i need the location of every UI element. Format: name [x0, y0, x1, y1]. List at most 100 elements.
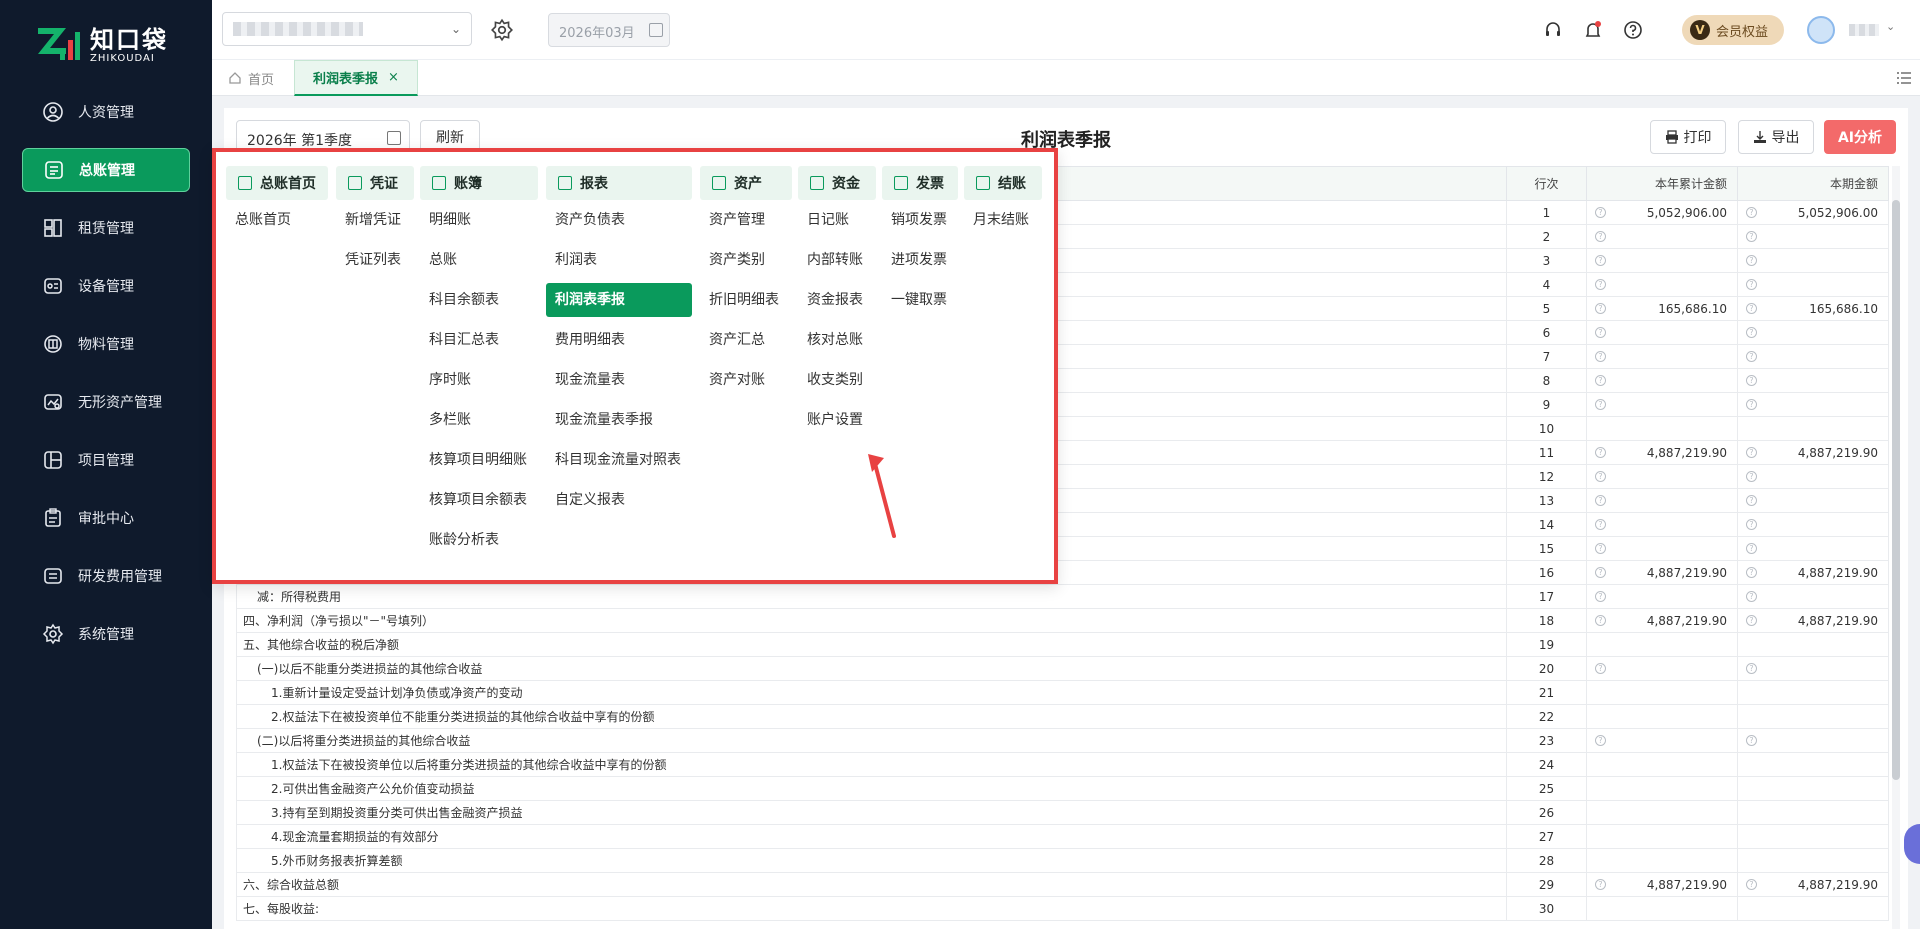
menu-head-home[interactable]: 总账首页	[226, 166, 328, 200]
sidebar-item-approvals[interactable]: 审批中心	[22, 496, 190, 540]
formula-help-icon[interactable]: ?	[1595, 519, 1606, 530]
menu-item[interactable]: 科目余额表	[420, 280, 538, 320]
ytd-amount-cell[interactable]	[1586, 632, 1738, 657]
menu-item[interactable]: 销项发票	[882, 200, 958, 240]
period-amount-cell[interactable]: ? 4,887,219.90	[1737, 560, 1889, 585]
period-amount-cell[interactable]: ? 4,887,219.90	[1737, 440, 1889, 465]
period-amount-cell[interactable]: ?	[1737, 224, 1889, 249]
menu-head-books[interactable]: 账簿	[420, 166, 538, 200]
user-name-redacted[interactable]	[1849, 24, 1879, 36]
menu-head-closing[interactable]: 结账	[964, 166, 1042, 200]
period-amount-cell[interactable]: ?	[1737, 512, 1889, 537]
formula-help-icon[interactable]: ?	[1595, 735, 1606, 746]
formula-help-icon[interactable]: ?	[1746, 351, 1757, 362]
menu-item[interactable]: 资产汇总	[700, 320, 792, 360]
sidebar-item-general-ledger[interactable]: 总账管理	[22, 148, 190, 192]
formula-help-icon[interactable]: ?	[1746, 735, 1757, 746]
ytd-amount-cell[interactable]	[1586, 848, 1738, 873]
menu-item[interactable]: 账户设置	[798, 400, 876, 440]
formula-help-icon[interactable]: ?	[1746, 663, 1757, 674]
period-amount-cell[interactable]	[1737, 896, 1889, 921]
period-amount-cell[interactable]	[1737, 704, 1889, 729]
tab-home[interactable]: 首页	[228, 60, 274, 96]
menu-item[interactable]: 折旧明细表	[700, 280, 792, 320]
formula-help-icon[interactable]: ?	[1595, 351, 1606, 362]
ytd-amount-cell[interactable]: ?	[1586, 224, 1738, 249]
period-amount-cell[interactable]: ? 5,052,906.00	[1737, 200, 1889, 225]
formula-help-icon[interactable]: ?	[1746, 591, 1757, 602]
ytd-amount-cell[interactable]: ? 4,887,219.90	[1586, 872, 1738, 897]
period-amount-cell[interactable]	[1737, 800, 1889, 825]
ytd-amount-cell[interactable]: ?	[1586, 248, 1738, 273]
menu-item[interactable]: 科目现金流量对照表	[546, 440, 692, 480]
menu-head-reports[interactable]: 报表	[546, 166, 692, 200]
ytd-amount-cell[interactable]: ?	[1586, 320, 1738, 345]
period-amount-cell[interactable]	[1737, 776, 1889, 801]
company-select[interactable]: ⌄	[222, 12, 472, 46]
period-amount-cell[interactable]: ?	[1737, 488, 1889, 513]
ytd-amount-cell[interactable]	[1586, 704, 1738, 729]
formula-help-icon[interactable]: ?	[1595, 543, 1606, 554]
formula-help-icon[interactable]: ?	[1746, 567, 1757, 578]
formula-help-icon[interactable]: ?	[1595, 327, 1606, 338]
ytd-amount-cell[interactable]: ?	[1586, 536, 1738, 561]
menu-item[interactable]: 账龄分析表	[420, 520, 538, 560]
sidebar-item-lease[interactable]: 租赁管理	[22, 206, 190, 250]
period-amount-cell[interactable]: ?	[1737, 392, 1889, 417]
menu-item[interactable]: 多栏账	[420, 400, 538, 440]
formula-help-icon[interactable]: ?	[1595, 207, 1606, 218]
menu-head-funds[interactable]: 资金	[798, 166, 876, 200]
help-icon[interactable]	[1622, 19, 1644, 41]
ytd-amount-cell[interactable]: ?	[1586, 512, 1738, 537]
formula-help-icon[interactable]: ?	[1595, 255, 1606, 266]
menu-item[interactable]: 核对总账	[798, 320, 876, 360]
menu-item[interactable]: 明细账	[420, 200, 538, 240]
formula-help-icon[interactable]: ?	[1746, 543, 1757, 554]
menu-item[interactable]: 一键取票	[882, 280, 958, 320]
menu-item[interactable]: 新增凭证	[336, 200, 414, 240]
period-amount-cell[interactable]	[1737, 632, 1889, 657]
menu-item[interactable]: 科目汇总表	[420, 320, 538, 360]
menu-item[interactable]: 日记账	[798, 200, 876, 240]
period-amount-cell[interactable]	[1737, 416, 1889, 441]
ytd-amount-cell[interactable]: ? 4,887,219.90	[1586, 560, 1738, 585]
formula-help-icon[interactable]: ?	[1746, 303, 1757, 314]
menu-item[interactable]: 资金报表	[798, 280, 876, 320]
period-amount-cell[interactable]	[1737, 752, 1889, 777]
menu-item[interactable]: 现金流量表季报	[546, 400, 692, 440]
formula-help-icon[interactable]: ?	[1746, 279, 1757, 290]
menu-item[interactable]: 总账	[420, 240, 538, 280]
period-amount-cell[interactable]	[1737, 680, 1889, 705]
period-amount-cell[interactable]: ?	[1737, 344, 1889, 369]
chevron-down-icon[interactable]: ⌄	[1886, 20, 1895, 33]
ytd-amount-cell[interactable]: ? 5,052,906.00	[1586, 200, 1738, 225]
formula-help-icon[interactable]: ?	[1746, 375, 1757, 386]
formula-help-icon[interactable]: ?	[1746, 519, 1757, 530]
menu-item[interactable]: 核算项目余额表	[420, 480, 538, 520]
ytd-amount-cell[interactable]	[1586, 896, 1738, 921]
formula-help-icon[interactable]: ?	[1595, 399, 1606, 410]
formula-help-icon[interactable]: ?	[1746, 495, 1757, 506]
menu-item[interactable]: 总账首页	[226, 200, 328, 240]
ytd-amount-cell[interactable]: ?	[1586, 464, 1738, 489]
ytd-amount-cell[interactable]	[1586, 776, 1738, 801]
menu-item-selected[interactable]: 利润表季报	[546, 283, 692, 317]
menu-item[interactable]: 核算项目明细账	[420, 440, 538, 480]
formula-help-icon[interactable]: ?	[1746, 255, 1757, 266]
close-icon[interactable]: ×	[388, 70, 399, 85]
tab-profit-quarterly[interactable]: 利润表季报 ×	[294, 60, 418, 96]
ytd-amount-cell[interactable]: ? 4,887,219.90	[1586, 608, 1738, 633]
print-button[interactable]: 打印	[1650, 120, 1726, 154]
period-amount-cell[interactable]: ?	[1737, 728, 1889, 753]
menu-item[interactable]: 费用明细表	[546, 320, 692, 360]
ytd-amount-cell[interactable]: ? 4,887,219.90	[1586, 440, 1738, 465]
menu-item[interactable]: 序时账	[420, 360, 538, 400]
headset-icon[interactable]	[1542, 19, 1564, 41]
menu-head-invoices[interactable]: 发票	[882, 166, 958, 200]
formula-help-icon[interactable]: ?	[1595, 879, 1606, 890]
menu-item[interactable]: 自定义报表	[546, 480, 692, 520]
logo[interactable]: 知口袋 ZHIKOUDAI	[0, 0, 212, 90]
sidebar-item-equipment[interactable]: 设备管理	[22, 264, 190, 308]
ytd-amount-cell[interactable]	[1586, 416, 1738, 441]
ytd-amount-cell[interactable]: ? 165,686.10	[1586, 296, 1738, 321]
